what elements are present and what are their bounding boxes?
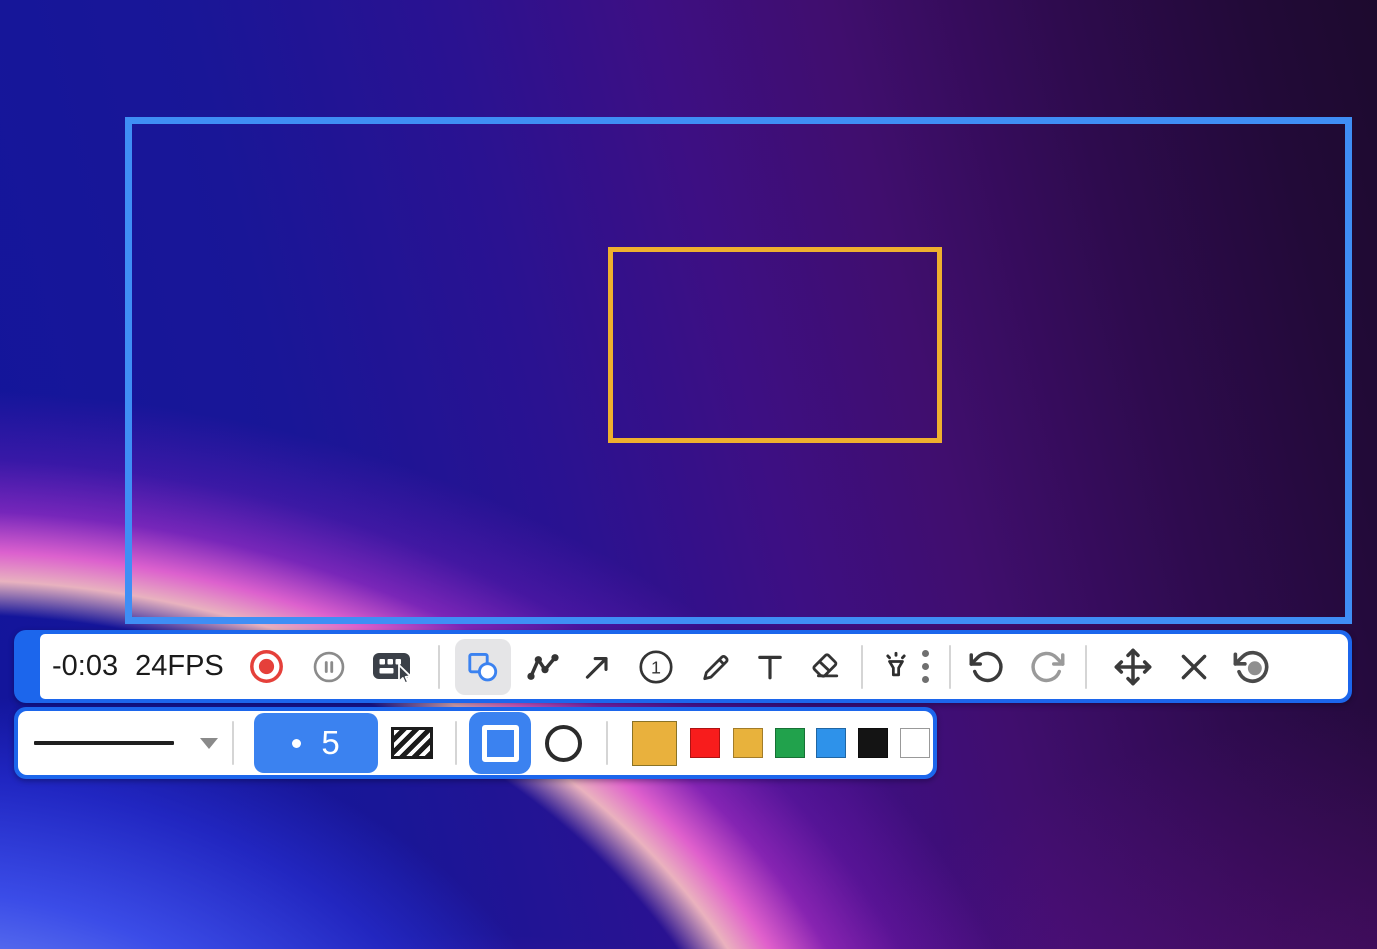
text-icon <box>753 650 787 684</box>
square-shape-button[interactable] <box>469 712 531 774</box>
shape-tool-button[interactable] <box>455 639 511 695</box>
eraser-tool-button[interactable] <box>807 648 845 686</box>
separator <box>861 645 863 689</box>
toolbar-cursor-button[interactable] <box>370 648 414 686</box>
recording-toolbar-panel: -0:03 24FPS <box>40 634 1348 699</box>
more-options-button[interactable] <box>922 647 929 686</box>
polyline-icon <box>523 647 563 687</box>
color-swatch-white[interactable] <box>900 728 930 758</box>
restart-recording-button[interactable] <box>1233 648 1271 686</box>
pencil-icon <box>697 648 735 686</box>
chevron-down-icon <box>200 738 218 749</box>
pause-icon <box>312 650 346 684</box>
color-swatch-red[interactable] <box>690 728 720 758</box>
line-style-dropdown[interactable] <box>34 738 218 749</box>
polyline-tool-button[interactable] <box>523 647 563 687</box>
toolbar-cursor-icon <box>370 648 414 686</box>
line-width-button[interactable]: 5 <box>254 713 378 773</box>
move-icon <box>1113 647 1153 687</box>
record-icon <box>248 648 285 685</box>
solid-line-sample <box>34 741 174 745</box>
spotlight-icon <box>878 649 914 685</box>
style-toolbar-panel: 5 <box>18 711 933 775</box>
fill-hatch-button[interactable] <box>391 727 433 759</box>
recording-toolbar: -0:03 24FPS <box>14 630 1352 703</box>
eraser-icon <box>807 648 845 686</box>
undo-button[interactable] <box>969 649 1005 685</box>
separator <box>1085 645 1087 689</box>
move-toolbar-button[interactable] <box>1113 647 1153 687</box>
pencil-tool-button[interactable] <box>697 648 735 686</box>
shape-icon <box>465 649 501 685</box>
spotlight-tool-button[interactable] <box>878 649 914 685</box>
separator <box>949 645 951 689</box>
separator <box>455 721 457 765</box>
fps-label: 24FPS <box>135 650 224 683</box>
rectangle-annotation[interactable] <box>608 247 942 443</box>
separator <box>232 721 234 765</box>
style-toolbar: 5 <box>14 707 937 779</box>
redo-icon <box>1029 649 1065 685</box>
text-tool-button[interactable] <box>753 650 787 684</box>
circle-shape-button[interactable] <box>545 725 582 762</box>
close-button[interactable] <box>1177 650 1211 684</box>
undo-icon <box>969 649 1005 685</box>
separator <box>438 645 440 689</box>
arrow-tool-button[interactable] <box>579 649 615 685</box>
color-swatch-green[interactable] <box>775 728 805 758</box>
restart-icon <box>1233 648 1271 686</box>
pause-button[interactable] <box>312 650 346 684</box>
redo-button[interactable] <box>1029 649 1065 685</box>
record-button[interactable] <box>248 648 285 685</box>
svg-text:1: 1 <box>651 657 661 677</box>
color-swatch-blue[interactable] <box>816 728 846 758</box>
separator <box>606 721 608 765</box>
kebab-menu-icon <box>922 647 929 686</box>
number-1-icon: 1 <box>637 648 675 686</box>
width-dot-icon <box>292 739 301 748</box>
color-swatch-amber[interactable] <box>733 728 763 758</box>
arrow-icon <box>579 649 615 685</box>
color-swatch-black[interactable] <box>858 728 888 758</box>
current-color-swatch[interactable] <box>632 721 677 766</box>
step-number-tool-button[interactable]: 1 <box>637 648 675 686</box>
line-width-value: 5 <box>321 724 339 762</box>
square-icon <box>482 725 519 762</box>
timer-label: -0:03 <box>52 650 118 683</box>
close-icon <box>1177 650 1211 684</box>
